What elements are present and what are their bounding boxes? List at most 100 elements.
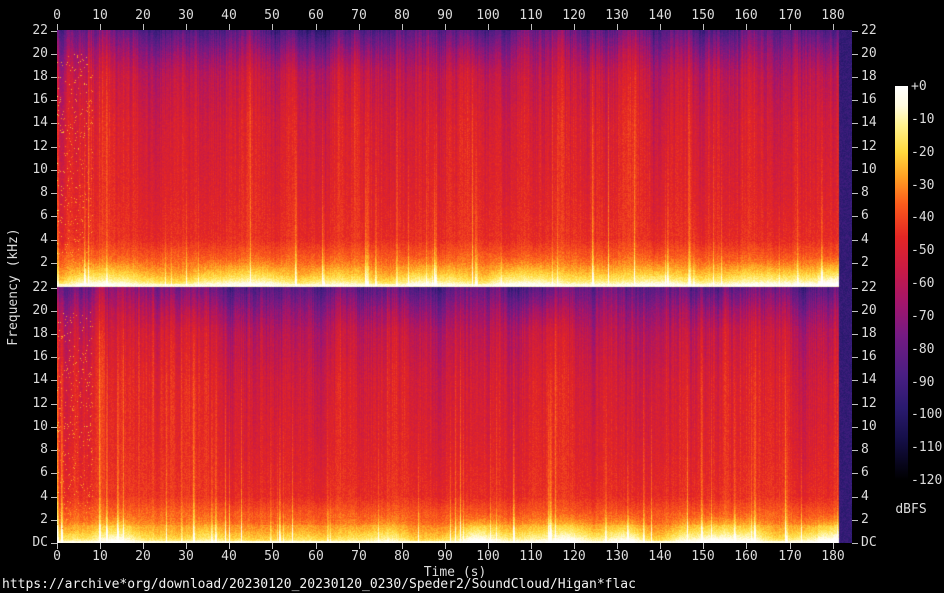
colorbar-tick-label: -40 (911, 211, 934, 225)
x-tick-label: 0 (37, 9, 77, 23)
freq-tick-mark (852, 100, 858, 101)
x-tick-label: 160 (726, 550, 766, 564)
x-tick-mark (574, 543, 575, 549)
x-tick-label: 170 (770, 9, 810, 23)
freq-tick-label: 6 (0, 209, 48, 223)
x-tick-label: 120 (554, 550, 594, 564)
x-tick-label: 20 (123, 9, 163, 23)
freq-tick-label: 18 (0, 70, 48, 84)
x-tick-label: 80 (382, 550, 422, 564)
colorbar-tick-label: -90 (911, 376, 934, 390)
x-tick-label: 40 (209, 9, 249, 23)
x-tick-mark (272, 543, 273, 549)
freq-tick-mark (852, 497, 858, 498)
colorbar-tick-label: -70 (911, 310, 934, 324)
freq-tick-mark (852, 54, 858, 55)
x-tick-mark (402, 543, 403, 549)
x-tick-label: 120 (554, 9, 594, 23)
x-tick-mark (488, 543, 489, 549)
x-tick-label: 70 (339, 9, 379, 23)
freq-tick-mark (852, 170, 858, 171)
x-tick-label: 180 (813, 550, 853, 564)
freq-tick-label: 8 (0, 443, 48, 457)
x-tick-label: 110 (511, 550, 551, 564)
x-tick-label: 90 (425, 9, 465, 23)
x-tick-label: 100 (468, 550, 508, 564)
freq-tick-mark (852, 357, 858, 358)
colorbar-tick-label: -50 (911, 244, 934, 258)
frequency-axis-title: Frequency (kHz) (7, 228, 21, 345)
spectrogram-window: 0102030405060708090100110120130140150160… (0, 0, 944, 593)
colorbar-gradient (895, 86, 908, 480)
x-tick-mark (833, 543, 834, 549)
freq-tick-label: 16 (0, 350, 48, 364)
x-tick-label: 130 (597, 9, 637, 23)
x-tick-mark (359, 543, 360, 549)
x-tick-label: 30 (166, 550, 206, 564)
x-tick-label: 110 (511, 9, 551, 23)
x-tick-mark (531, 543, 532, 549)
x-tick-label: 130 (597, 550, 637, 564)
x-tick-label: 30 (166, 9, 206, 23)
x-tick-mark (100, 543, 101, 549)
x-tick-mark (617, 543, 618, 549)
colorbar-title: dBFS (895, 503, 926, 517)
x-tick-label: 0 (37, 550, 77, 564)
freq-tick-label: 4 (0, 490, 48, 504)
x-tick-mark (316, 543, 317, 549)
x-tick-label: 140 (640, 550, 680, 564)
x-tick-label: 40 (209, 550, 249, 564)
x-tick-mark (790, 543, 791, 549)
x-tick-label: 60 (296, 550, 336, 564)
freq-tick-mark (852, 311, 858, 312)
freq-tick-mark (51, 543, 57, 544)
freq-tick-mark (852, 216, 858, 217)
x-tick-label: 100 (468, 9, 508, 23)
x-tick-mark (57, 543, 58, 549)
x-tick-mark (746, 543, 747, 549)
colorbar-tick-label: -110 (911, 441, 942, 455)
spectrogram-canvas (57, 30, 852, 543)
x-tick-label: 90 (425, 550, 465, 564)
x-tick-label: 50 (252, 9, 292, 23)
freq-tick-mark (852, 31, 858, 32)
freq-tick-label: 20 (0, 47, 48, 61)
x-tick-label: 160 (726, 9, 766, 23)
x-tick-label: 10 (80, 9, 120, 23)
x-tick-mark (143, 543, 144, 549)
freq-tick-label: 12 (0, 397, 48, 411)
freq-tick-label: 2 (0, 513, 48, 527)
x-tick-mark (186, 543, 187, 549)
freq-tick-label: 14 (0, 373, 48, 387)
colorbar-tick-label: -20 (911, 146, 934, 160)
freq-tick-label: 22 (0, 24, 48, 38)
x-tick-label: 70 (339, 550, 379, 564)
freq-tick-label: 22 (861, 24, 901, 38)
x-tick-label: 150 (683, 550, 723, 564)
freq-tick-mark (852, 263, 858, 264)
freq-tick-mark (852, 147, 858, 148)
freq-tick-mark (852, 334, 858, 335)
freq-tick-mark (852, 193, 858, 194)
freq-tick-label: 6 (0, 466, 48, 480)
x-tick-mark (703, 543, 704, 549)
freq-tick-label: 14 (0, 116, 48, 130)
colorbar-tick-label: +0 (911, 80, 927, 94)
freq-tick-mark (852, 288, 858, 289)
freq-tick-mark (852, 427, 858, 428)
x-tick-mark (229, 543, 230, 549)
colorbar-tick-label: -30 (911, 179, 934, 193)
x-tick-label: 10 (80, 550, 120, 564)
x-tick-label: 180 (813, 9, 853, 23)
x-tick-label: 140 (640, 9, 680, 23)
x-tick-label: 80 (382, 9, 422, 23)
freq-tick-label: 12 (0, 140, 48, 154)
colorbar-tick-label: -120 (911, 474, 942, 488)
source-url-caption: https://archive*org/download/20230120_20… (2, 578, 636, 592)
freq-tick-mark (852, 473, 858, 474)
freq-tick-mark (852, 380, 858, 381)
colorbar-tick-label: -80 (911, 343, 934, 357)
x-tick-label: 50 (252, 550, 292, 564)
x-tick-mark (445, 543, 446, 549)
freq-tick-label: 16 (0, 93, 48, 107)
